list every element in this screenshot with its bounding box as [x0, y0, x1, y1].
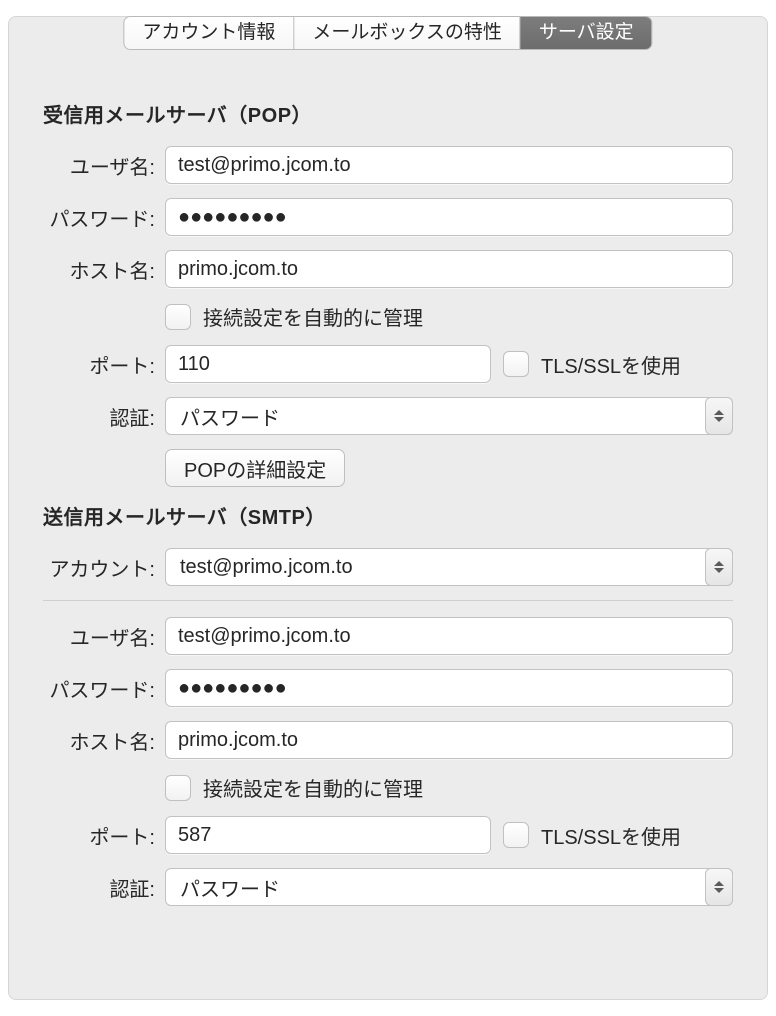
- incoming-auto-manage-label: 接続設定を自動的に管理: [203, 302, 423, 331]
- incoming-host-input[interactable]: [165, 250, 733, 288]
- outgoing-section-title: 送信用メールサーバ（SMTP）: [43, 501, 733, 530]
- updown-stepper-icon: [705, 397, 733, 435]
- outgoing-port-input[interactable]: [165, 816, 491, 854]
- tab-server-settings[interactable]: サーバ設定: [521, 17, 652, 49]
- incoming-password-label: パスワード:: [43, 203, 165, 232]
- settings-panel: アカウント情報 メールボックスの特性 サーバ設定 受信用メールサーバ（POP） …: [8, 16, 768, 1000]
- outgoing-account-value: test@primo.jcom.to: [180, 556, 353, 579]
- outgoing-password-label: パスワード:: [43, 674, 165, 703]
- outgoing-auth-select[interactable]: パスワード: [165, 868, 733, 906]
- outgoing-auto-manage-checkbox[interactable]: [165, 775, 191, 801]
- incoming-auth-label: 認証:: [43, 402, 165, 431]
- outgoing-password-input[interactable]: [165, 669, 733, 707]
- outgoing-auth-value: パスワード: [180, 873, 280, 902]
- incoming-tlsssl-checkbox[interactable]: [503, 351, 529, 377]
- outgoing-account-select[interactable]: test@primo.jcom.to: [165, 548, 733, 586]
- outgoing-auth-label: 認証:: [43, 873, 165, 902]
- incoming-tlsssl-label: TLS/SSLを使用: [541, 350, 681, 379]
- outgoing-username-input[interactable]: [165, 617, 733, 655]
- incoming-auth-value: パスワード: [180, 402, 280, 431]
- divider: [43, 600, 733, 601]
- incoming-username-label: ユーザ名:: [43, 151, 165, 180]
- outgoing-auto-manage-label: 接続設定を自動的に管理: [203, 773, 423, 802]
- outgoing-tlsssl-checkbox[interactable]: [503, 822, 529, 848]
- tab-bar: アカウント情報 メールボックスの特性 サーバ設定: [123, 16, 652, 50]
- pop-advanced-button[interactable]: POPの詳細設定: [165, 449, 345, 487]
- incoming-auto-manage-checkbox[interactable]: [165, 304, 191, 330]
- outgoing-account-label: アカウント:: [43, 553, 165, 582]
- outgoing-username-label: ユーザ名:: [43, 622, 165, 651]
- incoming-password-input[interactable]: [165, 198, 733, 236]
- incoming-auth-select[interactable]: パスワード: [165, 397, 733, 435]
- outgoing-tlsssl-label: TLS/SSLを使用: [541, 821, 681, 850]
- outgoing-host-input[interactable]: [165, 721, 733, 759]
- updown-stepper-icon: [705, 868, 733, 906]
- incoming-host-label: ホスト名:: [43, 255, 165, 284]
- outgoing-port-label: ポート:: [43, 821, 165, 850]
- incoming-username-input[interactable]: [165, 146, 733, 184]
- outgoing-host-label: ホスト名:: [43, 726, 165, 755]
- incoming-port-label: ポート:: [43, 350, 165, 379]
- incoming-port-input[interactable]: [165, 345, 491, 383]
- tab-mailbox-behaviors[interactable]: メールボックスの特性: [294, 17, 520, 49]
- incoming-section-title: 受信用メールサーバ（POP）: [43, 99, 733, 128]
- tab-account-info[interactable]: アカウント情報: [124, 17, 294, 49]
- updown-stepper-icon: [705, 548, 733, 586]
